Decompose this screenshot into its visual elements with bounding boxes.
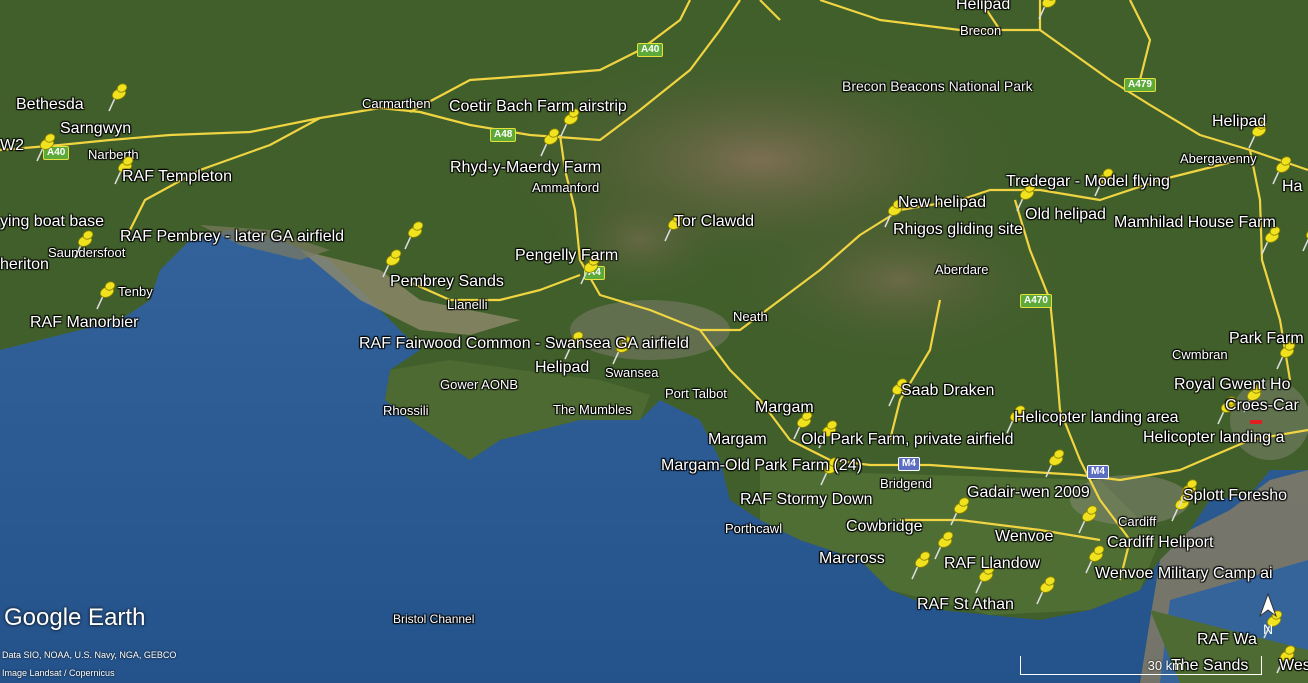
- placemark-label[interactable]: Cowbridge: [846, 518, 922, 536]
- scale-bar: 30 km: [1020, 656, 1262, 675]
- placemark-label[interactable]: Pengelly Farm: [515, 247, 618, 265]
- placemark-label[interactable]: RAF Llandow: [944, 555, 1040, 573]
- placemark-label[interactable]: Coetir Bach Farm airstrip: [449, 98, 627, 116]
- placemark-label[interactable]: Rhigos gliding site: [893, 221, 1023, 239]
- google-earth-logo: Google Earth: [4, 604, 146, 631]
- placemark-label[interactable]: heriton: [0, 256, 49, 274]
- placemark-label[interactable]: Wenvoe Military Camp ai: [1095, 565, 1273, 583]
- placemark-label[interactable]: RAF St Athan: [917, 596, 1014, 614]
- credit-line: Data SIO, NOAA, U.S. Navy, NGA, GEBCO: [2, 650, 177, 660]
- placemark-label[interactable]: Helipad: [535, 359, 589, 377]
- placemark-label[interactable]: RAF Wa: [1197, 631, 1257, 649]
- placemark-label[interactable]: RAF Pembrey - later GA airfield: [120, 228, 344, 246]
- placemark-label[interactable]: RAF Manorbier: [30, 314, 138, 332]
- placemark-label[interactable]: New helipad: [898, 194, 986, 212]
- placemark-label[interactable]: Margam-Old Park Farm (24): [661, 457, 862, 475]
- placemark-label[interactable]: Gadair-wen 2009: [967, 484, 1090, 502]
- placemark-label[interactable]: Tor Clawdd: [674, 213, 754, 231]
- placemark-label[interactable]: RAF Stormy Down: [740, 491, 872, 509]
- imagery-credits: Data SIO, NOAA, U.S. Navy, NGA, GEBCO Im…: [2, 646, 176, 682]
- placemark-label[interactable]: Royal Gwent Ho: [1174, 376, 1291, 394]
- north-arrow-icon[interactable]: N: [1256, 592, 1280, 636]
- map-view[interactable]: Brecon Brecon Beacons National Park Carm…: [0, 0, 1308, 683]
- placemark-label[interactable]: Helipad: [956, 0, 1010, 14]
- placemark-label[interactable]: Helicopter landing area: [1014, 409, 1179, 427]
- scale-label: 30 km: [1147, 658, 1183, 673]
- placemark-label[interactable]: Sarngwyn: [60, 120, 131, 138]
- placemark-label[interactable]: Croes-Car: [1225, 397, 1299, 415]
- placemark-label[interactable]: Splott Foresho: [1183, 487, 1287, 505]
- placemark-label[interactable]: Margam: [708, 431, 767, 449]
- placemark-label[interactable]: Wes: [1279, 657, 1308, 675]
- placemark-label[interactable]: Bethesda: [16, 96, 84, 114]
- placemark-labels: Helipad Bethesda Sarngwyn W2 Coetir Bach…: [0, 0, 1308, 683]
- svg-text:N: N: [1263, 621, 1273, 636]
- placemark-label[interactable]: Mamhilad House Farm: [1114, 214, 1276, 232]
- placemark-label[interactable]: Saab Draken: [901, 382, 994, 400]
- placemark-label[interactable]: Helicopter landing a: [1143, 429, 1284, 447]
- credit-line: Image Landsat / Copernicus: [2, 668, 115, 678]
- placemark-label[interactable]: Old Park Farm, private airfield: [801, 431, 1014, 449]
- placemark-label[interactable]: Ha: [1282, 178, 1302, 196]
- placemark-label[interactable]: RAF Fairwood Common - Swansea GA airfiel…: [359, 335, 689, 353]
- placemark-label[interactable]: Old helipad: [1025, 206, 1106, 224]
- placemark-label[interactable]: Helipad: [1212, 113, 1266, 131]
- placemark-label[interactable]: Tredegar - Model flying: [1006, 173, 1170, 191]
- placemark-label[interactable]: Wenvoe: [995, 528, 1053, 546]
- placemark-label[interactable]: Rhyd-y-Maerdy Farm: [450, 159, 601, 177]
- placemark-label[interactable]: Marcross: [819, 550, 885, 568]
- placemark-label[interactable]: Pembrey Sands: [390, 273, 504, 291]
- placemark-label[interactable]: Park Farm: [1229, 330, 1304, 348]
- placemark-label[interactable]: RAF Templeton: [122, 168, 232, 186]
- placemark-label[interactable]: Margam: [755, 399, 814, 417]
- placemark-label[interactable]: W2: [0, 137, 24, 155]
- placemark-label[interactable]: Cardiff Heliport: [1107, 534, 1213, 552]
- placemark-label[interactable]: ying boat base: [0, 213, 104, 231]
